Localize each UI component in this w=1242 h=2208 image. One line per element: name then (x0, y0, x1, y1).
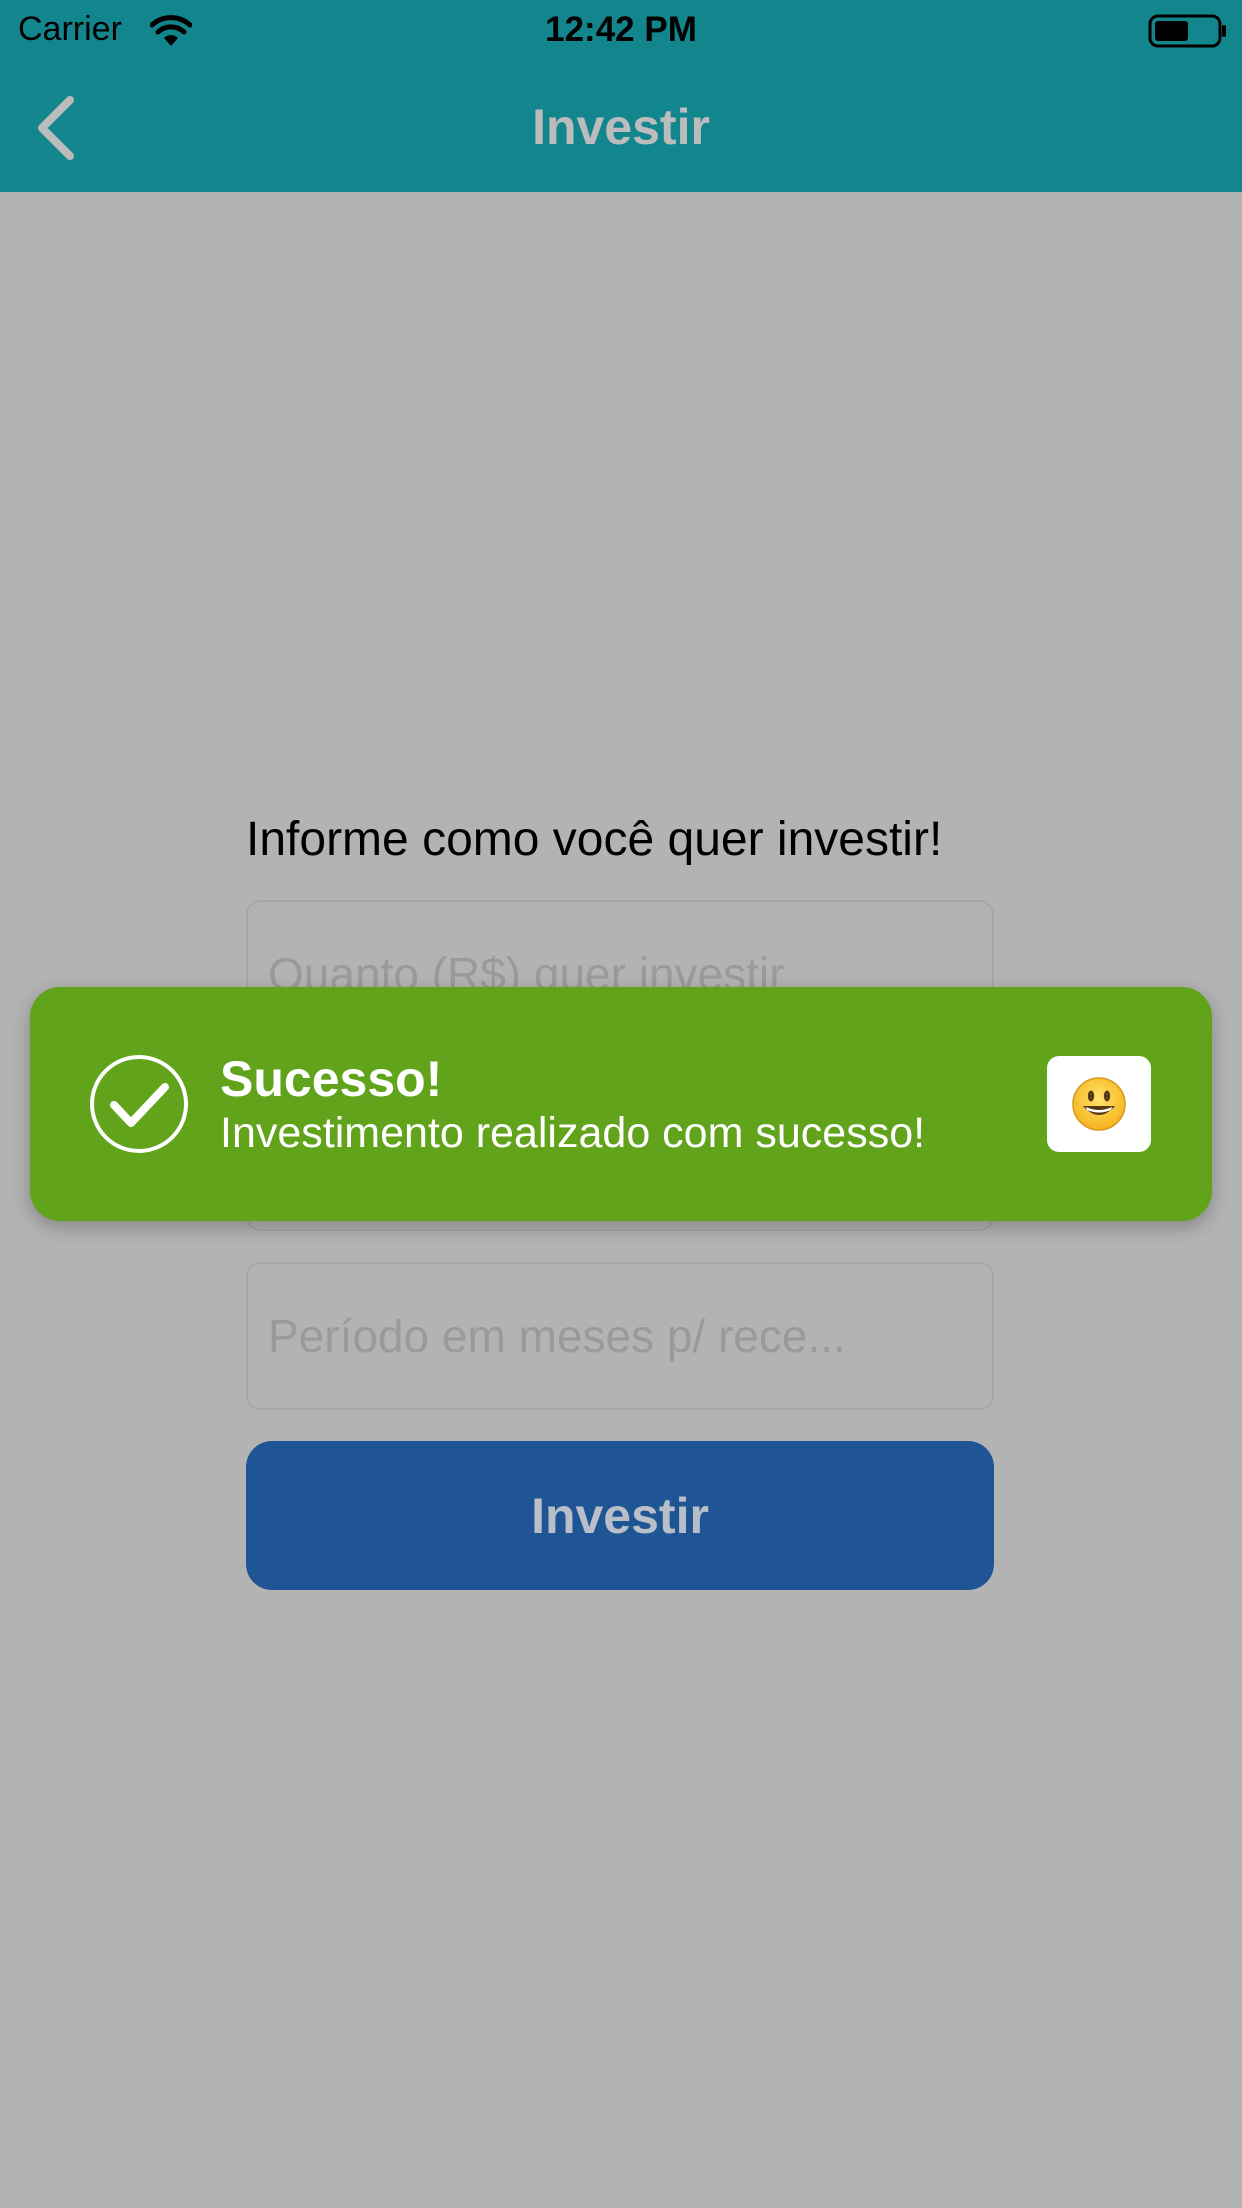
page-title: Investir (532, 99, 710, 155)
toast-title: Sucesso! (220, 1051, 443, 1107)
status-bar: Carrier 12:42 PM (0, 0, 1242, 62)
success-toast[interactable]: Sucesso! Investimento realizado com suce… (30, 987, 1212, 1221)
battery-icon (1148, 14, 1226, 48)
invest-button[interactable]: Investir (246, 1441, 994, 1590)
checkmark-circle-icon (90, 1055, 188, 1153)
toast-message: Investimento realizado com sucesso! (220, 1109, 926, 1157)
form-heading: Informe como você quer investir! (246, 813, 943, 866)
period-input[interactable] (246, 1262, 994, 1410)
clock: 12:42 PM (545, 10, 697, 49)
navigation-bar: Investir (0, 62, 1242, 192)
emoji-button[interactable] (1047, 1056, 1151, 1152)
smiley-emoji-icon (1072, 1077, 1126, 1131)
